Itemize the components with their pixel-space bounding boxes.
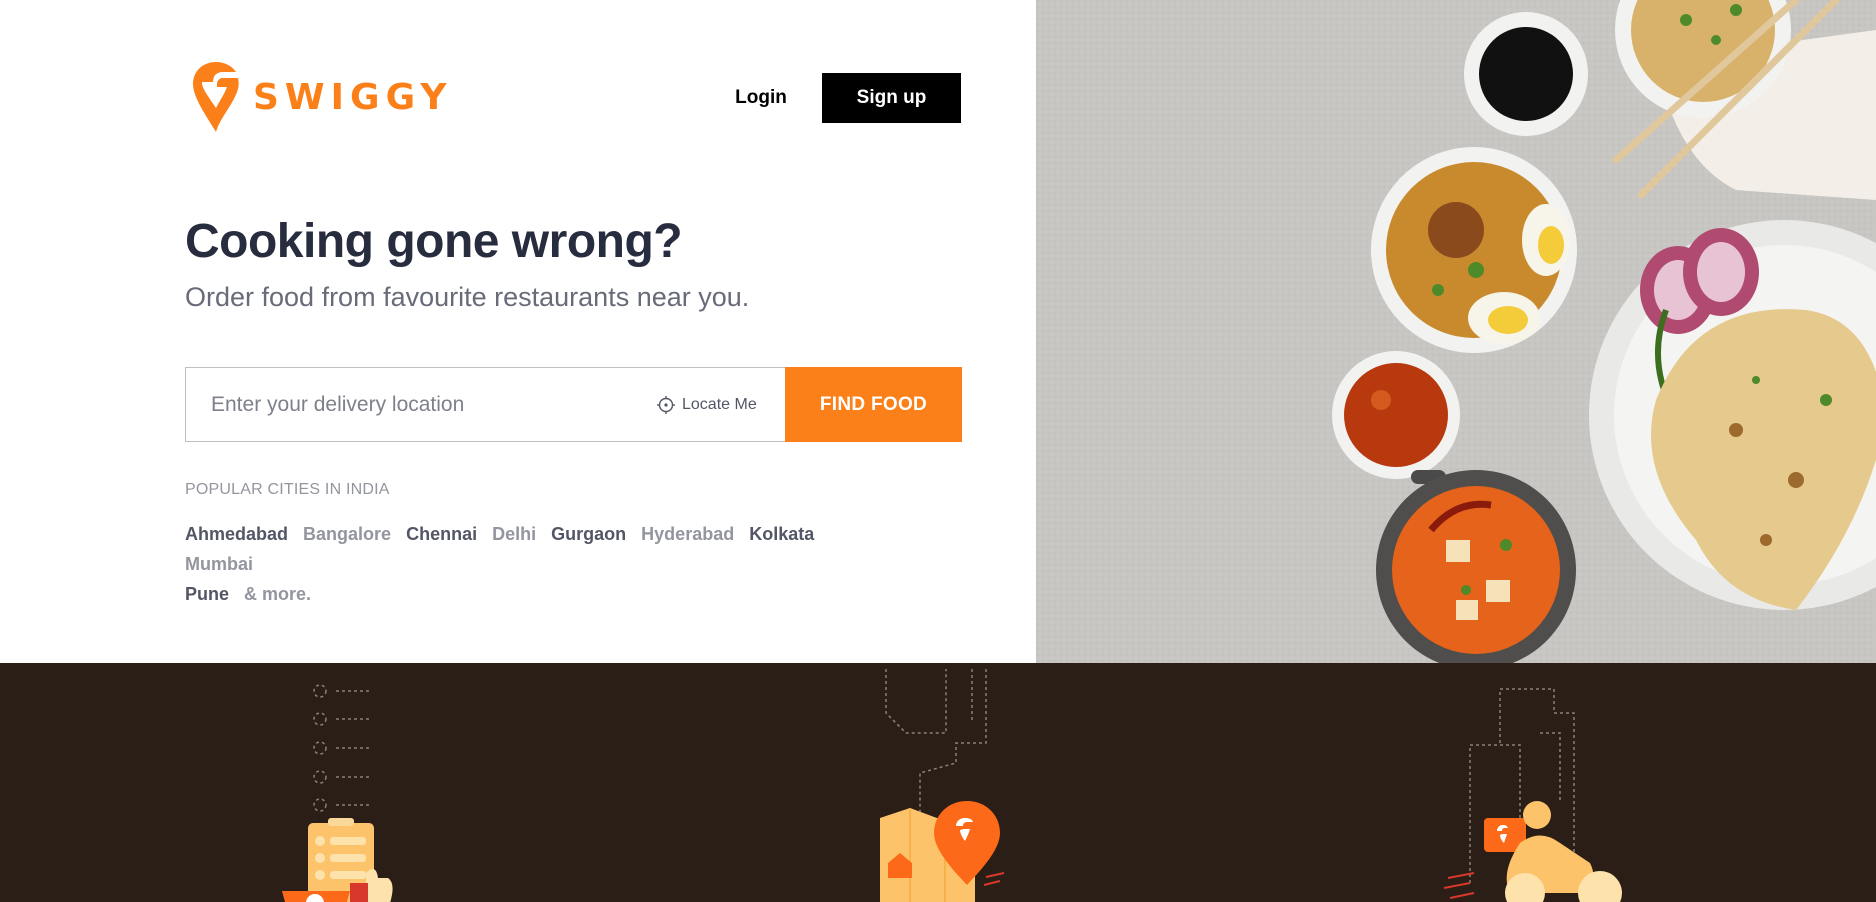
swiggy-logo-icon — [193, 62, 239, 132]
location-pin-icon — [880, 669, 1005, 902]
more-cities-link[interactable]: & more. — [244, 584, 311, 604]
how-it-works-band — [0, 663, 1876, 902]
order-list-icon — [282, 684, 393, 902]
brand-name: SWIGGY — [253, 76, 453, 118]
city-link-delhi[interactable]: Delhi — [492, 524, 536, 544]
hero-subline: Order food from favourite restaurants ne… — [185, 282, 750, 312]
delivery-scooter-icon — [1443, 688, 1622, 902]
city-link-hyderabad[interactable]: Hyderabad — [641, 524, 734, 544]
city-link-chennai[interactable]: Chennai — [406, 524, 477, 544]
delivery-location-input[interactable] — [186, 368, 646, 441]
city-link-pune[interactable]: Pune — [185, 584, 229, 604]
find-food-button[interactable]: FIND FOOD — [785, 367, 962, 442]
crosshair-icon — [657, 395, 675, 414]
locate-me-label: Locate Me — [682, 395, 757, 413]
hero-headline: Cooking gone wrong? — [185, 215, 683, 268]
swiggy-logo[interactable]: SWIGGY — [193, 62, 452, 132]
city-link-mumbai[interactable]: Mumbai — [185, 554, 253, 574]
food-spread-illustration — [1036, 0, 1876, 663]
login-button[interactable]: Login — [726, 73, 796, 123]
popular-cities-list: Ahmedabad Bangalore Chennai Delhi Gurgao… — [185, 519, 905, 609]
hero-left-panel: SWIGGY Login Sign up Cooking gone wrong?… — [0, 0, 1036, 663]
signup-button[interactable]: Sign up — [822, 73, 961, 123]
locate-me-button[interactable]: Locate Me — [656, 368, 757, 441]
hero-section: SWIGGY Login Sign up Cooking gone wrong?… — [0, 0, 1876, 663]
popular-cities-title: POPULAR CITIES IN INDIA — [185, 481, 390, 498]
city-link-ahmedabad[interactable]: Ahmedabad — [185, 524, 288, 544]
food-photo — [1036, 0, 1876, 663]
city-link-gurgaon[interactable]: Gurgaon — [551, 524, 626, 544]
city-link-kolkata[interactable]: Kolkata — [749, 524, 814, 544]
city-link-bangalore[interactable]: Bangalore — [303, 524, 391, 544]
